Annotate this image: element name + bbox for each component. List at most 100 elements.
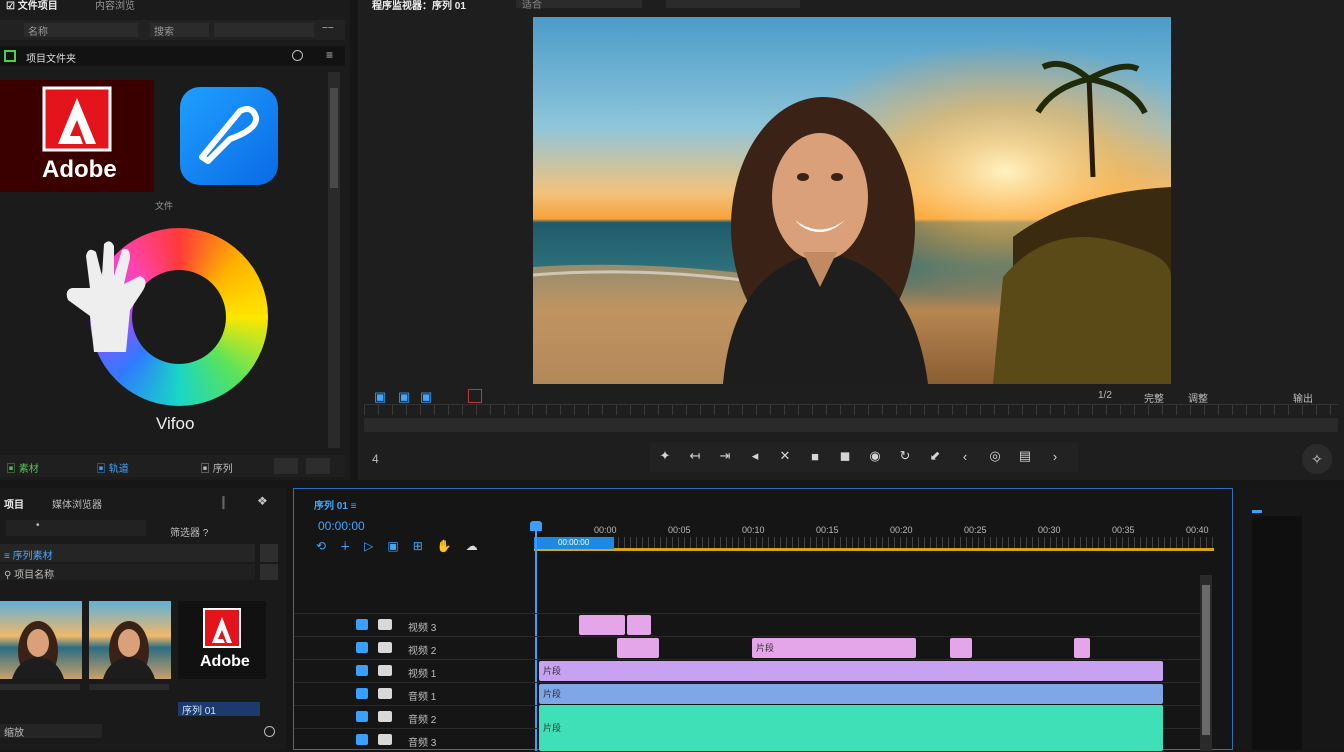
snap-icon[interactable]: ⟲	[316, 539, 326, 553]
timeline-clip[interactable]: 片段	[539, 661, 1163, 681]
search-field[interactable]: 搜索	[150, 23, 209, 38]
hand-icon	[66, 241, 146, 352]
playhead-head-icon[interactable]	[530, 521, 542, 531]
bottom-box-2[interactable]	[306, 458, 330, 474]
track-toggle-icon[interactable]	[356, 734, 368, 745]
project-panel-close-icon[interactable]: ❖	[257, 494, 268, 508]
folder-icon	[4, 50, 16, 62]
track-lock-icon[interactable]	[378, 688, 392, 699]
folder-label[interactable]: 项目文件夹	[26, 50, 76, 65]
pen-app-icon[interactable]	[180, 87, 278, 185]
project-search-input[interactable]: •	[6, 520, 146, 536]
compare-button[interactable]: ▤	[1016, 448, 1034, 464]
next-button[interactable]: ›	[1046, 448, 1064, 464]
track-toggle-icon[interactable]	[356, 711, 368, 722]
refresh-icon[interactable]	[292, 50, 303, 61]
timeline-clip[interactable]	[617, 638, 659, 658]
collapse-button[interactable]: −−	[322, 23, 334, 34]
work-area-bar[interactable]	[534, 548, 1214, 551]
add-marker-button[interactable]: ✦	[656, 448, 674, 464]
monitor-ctrl-2[interactable]: ▣	[398, 389, 410, 405]
marker-icon[interactable]: ▷	[364, 539, 373, 553]
track-lock-icon[interactable]	[378, 642, 392, 653]
prev-button[interactable]: ‹	[956, 448, 974, 464]
bottom-item-1[interactable]: ▣ 素材	[6, 460, 39, 475]
thumbnail-3[interactable]: Adobe	[178, 601, 266, 679]
name-field[interactable]: 名称	[24, 23, 138, 38]
timeline-timecode[interactable]: 00:00:00	[318, 519, 365, 533]
monitor-resolution[interactable]: 1/2	[1098, 390, 1112, 401]
go-to-in-button[interactable]: ◂	[746, 448, 764, 464]
track-toggle-icon[interactable]	[356, 619, 368, 630]
thumbnail-2[interactable]	[89, 601, 171, 679]
text-tool-icon[interactable]: ☁	[466, 539, 478, 553]
settings-button[interactable]: ✧	[1302, 444, 1332, 474]
monitor-output[interactable]: 输出	[1293, 390, 1313, 405]
timeline-clip[interactable]: 片段	[539, 684, 1163, 704]
project-title[interactable]: 项目	[4, 496, 24, 511]
mark-in-button[interactable]: ↤	[686, 448, 704, 464]
source-tab-title[interactable]: ☑ 文件项目	[6, 0, 58, 12]
bottom-item-3[interactable]: ▣ 序列	[200, 460, 233, 475]
clear-button[interactable]: ✕	[776, 448, 794, 464]
timeline-clip[interactable]: 片段	[539, 705, 1163, 751]
monitor-ctrl-1[interactable]: ▣	[374, 389, 386, 405]
safe-margins-button[interactable]: ◎	[986, 448, 1004, 464]
project-panel-menu-icon[interactable]: ❙	[218, 494, 229, 510]
audio-meter-bar	[1252, 516, 1302, 750]
monitor-ctrl-3[interactable]: ▣	[420, 389, 432, 405]
timeline-title[interactable]: 序列 01 ≡	[314, 497, 357, 512]
track-toggle-icon[interactable]	[356, 642, 368, 653]
track-toggle-icon[interactable]	[356, 688, 368, 699]
play-button[interactable]: ◉	[866, 448, 884, 464]
monitor-scrubber[interactable]	[364, 404, 1338, 415]
bottom-box-1[interactable]	[274, 458, 298, 474]
track-toggle-icon[interactable]	[356, 665, 368, 676]
project-tab-2[interactable]: 媒体浏览器	[52, 496, 102, 511]
timeline-clip[interactable]	[1074, 638, 1090, 658]
project-filter[interactable]: 筛选器 ?	[170, 524, 208, 539]
settings-icon[interactable]: ▣	[387, 539, 398, 553]
record-indicator	[468, 389, 482, 403]
mark-out-button[interactable]: ⇥	[716, 448, 734, 464]
menu-icon[interactable]: ≡	[326, 48, 333, 62]
program-fit-field[interactable]: 适合	[516, 0, 642, 11]
source-scrollbar[interactable]	[328, 72, 340, 448]
program-zoom-field[interactable]	[666, 0, 800, 8]
track-lock-icon[interactable]	[378, 734, 392, 745]
export-frame-button[interactable]: ⬋	[926, 448, 944, 464]
timeline-scrollbar[interactable]	[1200, 575, 1212, 751]
step-back-button[interactable]: ■	[806, 448, 824, 464]
bottom-item-2[interactable]: ▣ 轨道	[96, 460, 129, 475]
adobe-tile[interactable]: Adobe	[0, 80, 154, 192]
track-lock-icon[interactable]	[378, 619, 392, 630]
project-zoom-icon[interactable]	[264, 726, 275, 737]
timeline-clip[interactable]	[579, 615, 625, 635]
thumbnail-selected-label[interactable]: 序列 01	[178, 702, 260, 717]
track-label: 视频 3	[408, 623, 437, 634]
project-row-1-box[interactable]	[260, 544, 278, 562]
caption-icon[interactable]: ⊞	[413, 539, 423, 553]
project-row-1-label: ≡ 序列素材	[4, 551, 53, 562]
video-frame[interactable]	[533, 17, 1171, 384]
stop-button[interactable]: ◼	[836, 448, 854, 464]
monitor-zoom-bar[interactable]	[364, 418, 1338, 432]
track-lock-icon[interactable]	[378, 665, 392, 676]
thumbnail-2-caption-bar	[89, 684, 169, 690]
program-title[interactable]: 程序监视器：序列 01	[372, 0, 466, 12]
project-footer[interactable]: 缩放	[0, 724, 102, 739]
project-row-2-box[interactable]	[260, 564, 278, 580]
linked-icon[interactable]: ∔	[340, 539, 350, 553]
monitor-quality[interactable]: 完整	[1144, 390, 1164, 405]
monitor-adjust[interactable]: 调整	[1188, 390, 1208, 405]
source-tab-secondary[interactable]: 内容浏览	[95, 0, 135, 12]
loop-button[interactable]: ↻	[896, 448, 914, 464]
thumbnail-1[interactable]	[0, 601, 82, 679]
track-lock-icon[interactable]	[378, 711, 392, 722]
track-label: 视频 2	[408, 646, 437, 657]
slider-track[interactable]	[214, 23, 314, 37]
hand-tool-icon[interactable]: ✋	[437, 539, 452, 553]
timeline-clip[interactable]: 片段	[752, 638, 916, 658]
timeline-clip[interactable]	[627, 615, 651, 635]
timeline-clip[interactable]	[950, 638, 972, 658]
